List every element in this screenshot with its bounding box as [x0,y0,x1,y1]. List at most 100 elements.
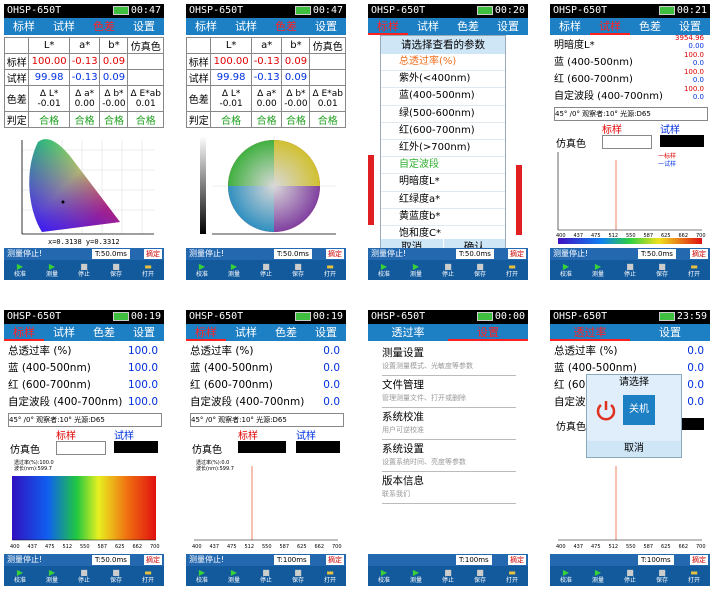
calibrate-button[interactable]: ▶ 校准 [368,566,400,586]
tab-settings[interactable]: 设置 [306,18,346,35]
tab-settings[interactable]: 设置 [488,18,528,35]
tab-bar: 透过率 设置 [368,324,528,341]
calibrate-button[interactable]: ▶ 校准 [186,566,218,586]
open-button[interactable]: ▬ 打开 [314,566,346,586]
stop-button[interactable]: ■ 停止 [432,566,464,586]
tab-sample[interactable]: 试样 [590,18,630,35]
wavelength-tick-label: 700 [150,544,160,550]
calibrate-button[interactable]: ▶ 校准 [368,260,400,280]
calibrate-button[interactable]: ▶ 校准 [4,260,36,280]
save-button[interactable]: ■ 保存 [464,566,496,586]
tab-standard[interactable]: 标样 [550,18,590,35]
save-button[interactable]: ■ 保存 [646,566,678,586]
stop-button[interactable]: ■ 停止 [614,260,646,280]
tab-sample[interactable]: 试样 [226,324,266,341]
sample-swatch [660,135,704,147]
tab-settings[interactable]: 设置 [630,324,710,341]
tab-standard[interactable]: 标样 [4,18,44,35]
param-item[interactable]: 蓝(400-500nm) [381,88,505,106]
tab-color-diff[interactable]: 色差 [84,18,124,35]
wavelength-tick-label: 700 [332,544,342,550]
param-item[interactable]: 黄蓝度b* [381,209,505,226]
tab-sample[interactable]: 试样 [44,324,84,341]
stop-button[interactable]: ■ 停止 [614,566,646,586]
param-item[interactable]: 红(600-700nm) [381,123,505,140]
tab-standard[interactable]: 标样 [186,324,226,341]
folder-icon: ▬ [326,262,334,271]
param-item[interactable]: 紫外(<400nm) [381,71,505,89]
save-button[interactable]: ■ 保存 [282,566,314,586]
tab-sample[interactable]: 试样 [44,18,84,35]
open-button[interactable]: ▬ 打开 [314,260,346,280]
settings-item[interactable]: 版本信息 联系我们 [382,474,516,504]
measure-button[interactable]: ▶ 测量 [36,566,68,586]
tab-transmittance[interactable]: 透过率 [550,324,630,341]
tab-settings[interactable]: 设置 [124,324,164,341]
save-button[interactable]: ■ 保存 [100,566,132,586]
open-button[interactable]: ▬ 打开 [678,566,710,586]
tab-standard[interactable]: 标样 [4,324,44,341]
tab-settings[interactable]: 设置 [670,18,710,35]
tab-color-diff[interactable]: 色差 [630,18,670,35]
save-icon: ■ [294,262,302,271]
settings-item[interactable]: 系统校准 用户可逆校准 [382,410,516,440]
calibrate-button[interactable]: ▶ 校准 [4,566,36,586]
cancel-button[interactable]: 取消 [587,441,681,457]
open-button[interactable]: ▬ 打开 [132,260,164,280]
param-item[interactable]: 总透过率(%) [381,54,505,72]
power-dialog: 请选择 关机 取消 [586,374,682,458]
calibrate-button[interactable]: ▶ 校准 [186,260,218,280]
measure-button[interactable]: ▶ 测量 [218,260,250,280]
settings-item[interactable]: 测量设置 设置测量模式、光敏度等参数 [382,346,516,376]
measure-button[interactable]: ▶ 测量 [36,260,68,280]
tab-color-diff[interactable]: 色差 [266,18,306,35]
measure-button[interactable]: ▶ 测量 [400,566,432,586]
open-button[interactable]: ▬ 打开 [678,260,710,280]
save-button[interactable]: ■ 保存 [646,260,678,280]
wavelength-tick-label: 587 [98,544,108,550]
tab-color-diff[interactable]: 色差 [266,324,306,341]
save-button[interactable]: ■ 保存 [100,260,132,280]
tab-bar: 标样 试样 色差 设置 [550,18,710,35]
play-icon: ▶ [594,262,602,271]
tab-sample[interactable]: 试样 [408,18,448,35]
measure-button[interactable]: ▶ 测量 [582,566,614,586]
stop-button[interactable]: ■ 停止 [68,260,100,280]
param-item[interactable]: 自定波段 [381,157,505,175]
tab-settings[interactable]: 设置 [306,324,346,341]
tab-transmittance[interactable]: 透过率 [368,324,448,341]
param-item[interactable]: 红绿度a* [381,192,505,209]
play-icon: ▶ [198,262,206,271]
param-item[interactable]: 绿(500-600nm) [381,106,505,123]
power-icon [595,399,617,421]
tab-standard[interactable]: 标样 [186,18,226,35]
open-button[interactable]: ▬ 打开 [496,260,528,280]
save-button[interactable]: ■ 保存 [464,260,496,280]
tab-standard[interactable]: 标样 [368,18,408,35]
measure-button[interactable]: ▶ 测量 [218,566,250,586]
measure-button[interactable]: ▶ 测量 [582,260,614,280]
stop-icon: ■ [80,262,88,271]
param-item[interactable]: 红外(>700nm) [381,140,505,158]
settings-item[interactable]: 文件管理 管理测量文件、打开或删除 [382,378,516,408]
open-button[interactable]: ▬ 打开 [132,566,164,586]
tab-settings[interactable]: 设置 [448,324,528,341]
stop-button[interactable]: ■ 停止 [250,566,282,586]
calibrate-button[interactable]: ▶ 校准 [550,260,582,280]
stop-button[interactable]: ■ 停止 [250,260,282,280]
tab-color-diff[interactable]: 色差 [448,18,488,35]
measure-button[interactable]: ▶ 测量 [400,260,432,280]
open-button[interactable]: ▬ 打开 [496,566,528,586]
settings-item[interactable]: 系统设置 设置系统时间、亮度等参数 [382,442,516,472]
stop-button[interactable]: ■ 停止 [432,260,464,280]
spectrum-chart: 透过率(%):100.0 波长(nm):599.7 400 437 475 512 55… [8,456,160,552]
stop-button[interactable]: ■ 停止 [68,566,100,586]
shutdown-button[interactable]: 关机 [623,395,655,425]
param-item[interactable]: 明暗度L* [381,174,505,192]
tab-sample[interactable]: 试样 [226,18,266,35]
tab-color-diff[interactable]: 色差 [84,324,124,341]
battery-icon [658,5,675,15]
tab-settings[interactable]: 设置 [124,18,164,35]
save-button[interactable]: ■ 保存 [282,260,314,280]
calibrate-button[interactable]: ▶ 校准 [550,566,582,586]
